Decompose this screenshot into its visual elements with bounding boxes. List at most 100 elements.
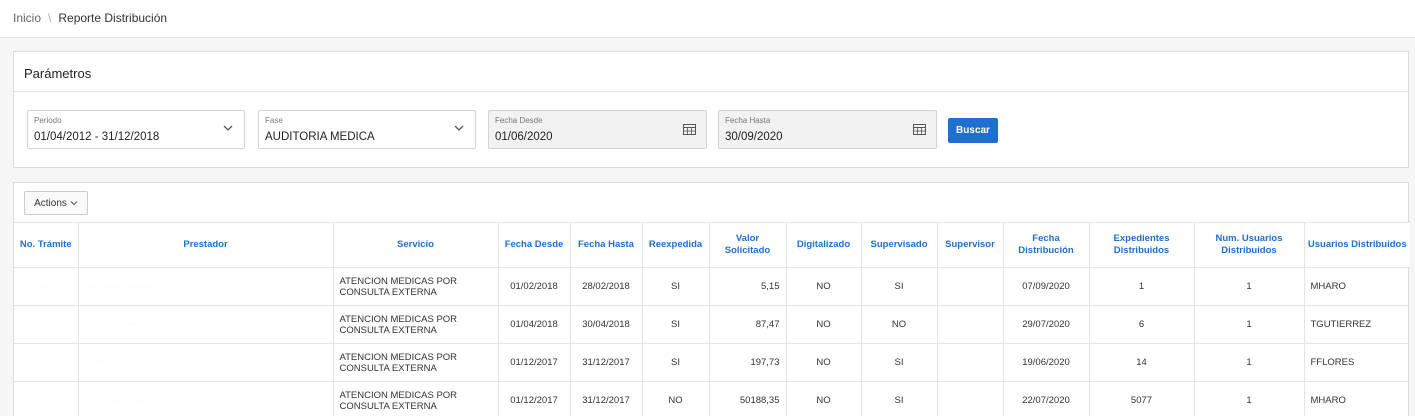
chevron-down-icon <box>454 125 464 131</box>
fecha-desde-calendar-button[interactable] <box>672 111 706 148</box>
reexpedida-cell: SI <box>642 343 710 382</box>
reexpedida-cell: SI <box>642 267 710 306</box>
supervisado-cell: SI <box>861 343 938 382</box>
servicio-cell: ATENCION MEDICAS POR CONSULTA EXTERNA <box>333 381 499 416</box>
valor-cell: 5,15 <box>709 267 787 306</box>
column-header[interactable]: Fecha Distribución <box>1003 222 1090 268</box>
num-usuarios-cell: 1 <box>1194 381 1305 416</box>
redacted-cell: ········ ········· <box>78 305 334 344</box>
fecha-hasta-cell: 31/12/2017 <box>570 381 643 416</box>
column-header[interactable]: Num. Usuarios Distribuidos <box>1194 222 1305 268</box>
fase-label: Fase <box>265 116 283 125</box>
fecha-hasta-calendar-button[interactable] <box>902 111 936 148</box>
redacted-cell: ········· <box>78 343 334 382</box>
valor-cell: 197,73 <box>709 343 787 382</box>
column-header[interactable]: Supervisor <box>937 222 1004 268</box>
servicio-cell: ATENCION MEDICAS POR CONSULTA EXTERNA <box>333 267 499 306</box>
table-row: ····· ········ ········· ATENCION MEDICA… <box>14 305 1410 344</box>
chevron-down-icon <box>70 201 78 206</box>
reexpedida-cell: NO <box>642 381 710 416</box>
fecha-hasta-cell: 28/02/2018 <box>570 267 643 306</box>
fecha-desde-cell: 01/04/2018 <box>498 305 571 344</box>
redacted-cell: ···· ········ ······ <box>78 381 334 416</box>
fecha-hasta-cell: 30/04/2018 <box>570 305 643 344</box>
supervisor-cell <box>937 267 1004 306</box>
servicio-cell: ATENCION MEDICAS POR CONSULTA EXTERNA <box>333 305 499 344</box>
table-row: ····· ········· ATENCION MEDICAS POR CON… <box>14 343 1410 382</box>
fase-select[interactable]: Fase AUDITORIA MEDICA <box>258 110 476 149</box>
usuarios-cell: MHARO <box>1304 381 1410 416</box>
num-usuarios-cell: 1 <box>1194 343 1305 382</box>
fecha-desde-value: 01/06/2020 <box>495 131 553 143</box>
column-header[interactable]: Supervisado <box>861 222 938 268</box>
num-usuarios-cell: 1 <box>1194 305 1305 344</box>
valor-cell: 50188,35 <box>709 381 787 416</box>
digitalizado-cell: NO <box>786 343 862 382</box>
parameters-panel: Parámetros Periodo 01/04/2012 - 31/12/20… <box>13 51 1409 168</box>
servicio-cell: ATENCION MEDICAS POR CONSULTA EXTERNA <box>333 343 499 382</box>
expedientes-cell: 5077 <box>1089 381 1195 416</box>
redacted-cell: ···· ········ ········ <box>78 267 334 306</box>
fecha-desde-field[interactable]: Fecha Desde 01/06/2020 <box>488 110 707 149</box>
usuarios-cell: FFLORES <box>1304 343 1410 382</box>
redacted-cell: ····· <box>14 343 79 382</box>
report-panel: Actions No. Trámite Prestador Servicio F… <box>13 182 1410 416</box>
expedientes-cell: 6 <box>1089 305 1195 344</box>
column-header[interactable]: Usuarios Distribuidos <box>1304 222 1410 268</box>
table-header-row: No. Trámite Prestador Servicio Fecha Des… <box>14 222 1410 268</box>
expedientes-cell: 1 <box>1089 267 1195 306</box>
digitalizado-cell: NO <box>786 381 862 416</box>
fecha-desde-label: Fecha Desde <box>495 116 543 125</box>
table-row: ····· ···· ········ ······ ATENCION MEDI… <box>14 381 1410 416</box>
redacted-cell: ····· <box>14 267 79 306</box>
fecha-hasta-label: Fecha Hasta <box>725 116 771 125</box>
actions-label: Actions <box>34 197 67 209</box>
column-header[interactable]: Valor Solicitado <box>709 222 787 268</box>
redacted-cell: ····· <box>14 381 79 416</box>
periodo-label: Periodo <box>34 116 62 125</box>
reexpedida-cell: SI <box>642 305 710 344</box>
digitalizado-cell: NO <box>786 305 862 344</box>
column-header[interactable]: Expedientes Distribuidos <box>1089 222 1195 268</box>
fecha-hasta-value: 30/09/2020 <box>725 131 783 143</box>
column-header[interactable]: Fecha Desde <box>498 222 571 268</box>
expedientes-cell: 14 <box>1089 343 1195 382</box>
actions-menu-button[interactable]: Actions <box>24 191 88 215</box>
fecha-distribucion-cell: 07/09/2020 <box>1003 267 1090 306</box>
fecha-hasta-field[interactable]: Fecha Hasta 30/09/2020 <box>718 110 937 149</box>
supervisor-cell <box>937 343 1004 382</box>
periodo-select[interactable]: Periodo 01/04/2012 - 31/12/2018 <box>27 110 245 149</box>
column-header[interactable]: Digitalizado <box>786 222 862 268</box>
divider <box>14 91 1408 92</box>
periodo-value: 01/04/2012 - 31/12/2018 <box>34 131 160 143</box>
column-header[interactable]: Servicio <box>333 222 499 268</box>
supervisado-cell: NO <box>861 305 938 344</box>
column-header[interactable]: Reexpedida <box>642 222 710 268</box>
breadcrumb-home-link[interactable]: Inicio <box>13 11 41 25</box>
redacted-cell: ····· <box>14 305 79 344</box>
usuarios-cell: TGUTIERREZ <box>1304 305 1410 344</box>
breadcrumb-separator: \ <box>48 11 52 25</box>
top-bar: Inicio \ Reporte Distribución <box>0 0 1415 38</box>
usuarios-cell: MHARO <box>1304 267 1410 306</box>
fecha-desde-cell: 01/02/2018 <box>498 267 571 306</box>
column-header[interactable]: No. Trámite <box>14 222 79 268</box>
chevron-down-icon <box>223 125 233 131</box>
distribution-report-table: No. Trámite Prestador Servicio Fecha Des… <box>14 222 1410 416</box>
valor-cell: 87,47 <box>709 305 787 344</box>
table-row: ····· ···· ········ ········ ATENCION ME… <box>14 267 1410 306</box>
breadcrumb-current: Reporte Distribución <box>58 11 168 25</box>
num-usuarios-cell: 1 <box>1194 267 1305 306</box>
fecha-desde-cell: 01/12/2017 <box>498 343 571 382</box>
fecha-desde-cell: 01/12/2017 <box>498 381 571 416</box>
supervisado-cell: SI <box>861 381 938 416</box>
column-header[interactable]: Prestador <box>78 222 334 268</box>
fecha-distribucion-cell: 19/06/2020 <box>1003 343 1090 382</box>
supervisor-cell <box>937 381 1004 416</box>
column-header[interactable]: Fecha Hasta <box>570 222 643 268</box>
supervisor-cell: ··· <box>937 305 1004 344</box>
digitalizado-cell: NO <box>786 267 862 306</box>
buscar-button[interactable]: Buscar <box>948 118 998 143</box>
supervisado-cell: SI <box>861 267 938 306</box>
calendar-icon <box>682 124 696 135</box>
